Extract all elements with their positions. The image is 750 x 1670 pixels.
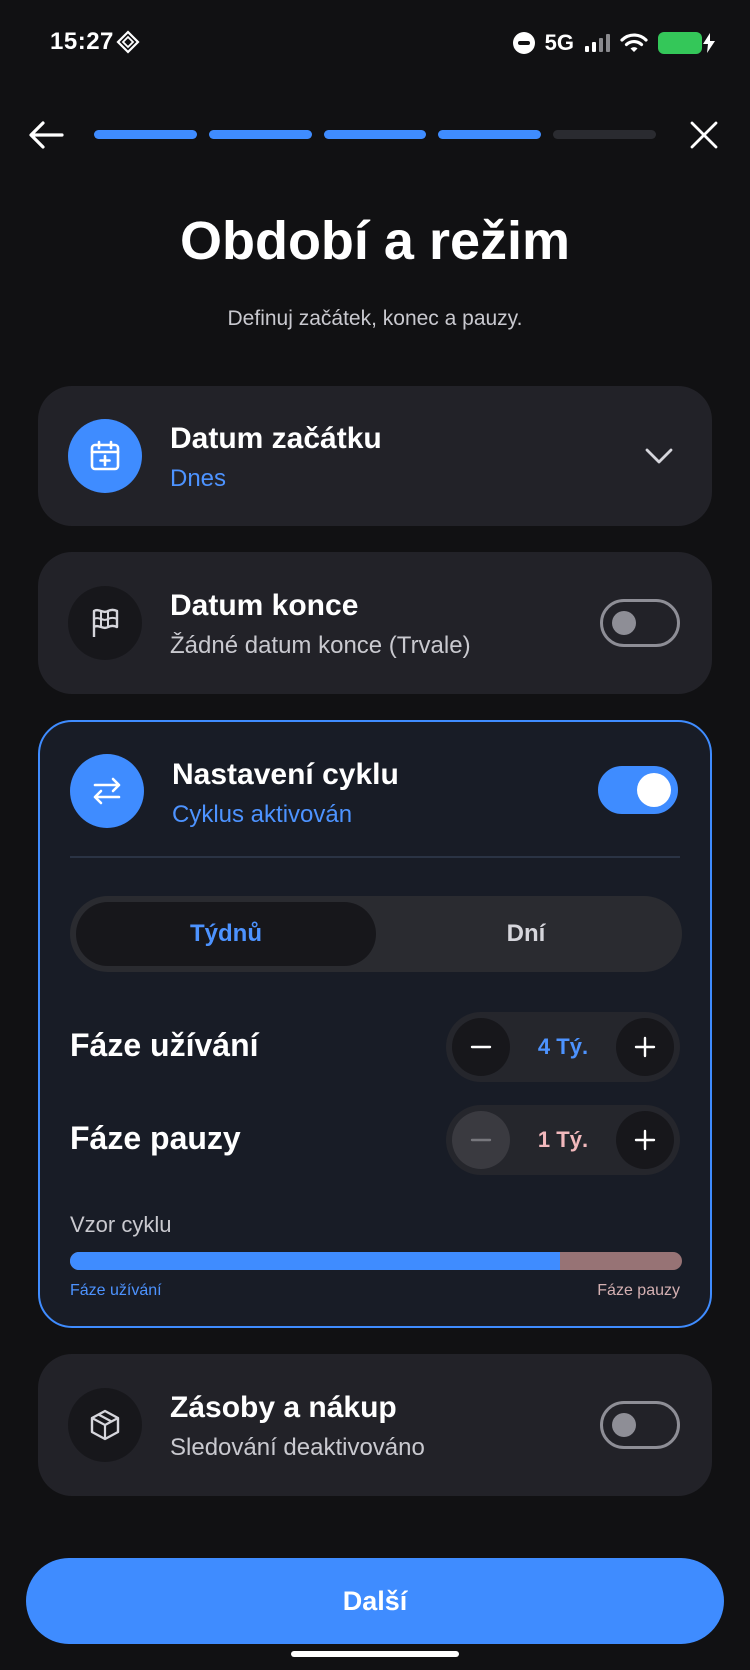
tab-weeks[interactable]: Týdnů — [76, 902, 376, 966]
back-button[interactable] — [22, 113, 70, 157]
pause-phase-decrement-button[interactable] — [452, 1111, 510, 1169]
unit-selector: Týdnů Dní — [70, 896, 682, 972]
cycle-status: Cyklus aktivován — [172, 801, 353, 828]
end-date-title: Datum konce — [170, 589, 359, 622]
pause-phase-label: Fáze pauzy — [70, 1120, 241, 1156]
use-phase-decrement-button[interactable] — [452, 1018, 510, 1076]
cycle-pattern-pause-label: Fáze pauzy — [597, 1282, 680, 1299]
page-title: Období a režim — [179, 211, 571, 271]
progress-segment — [438, 130, 542, 139]
start-date-icon-circle — [68, 419, 142, 493]
next-button[interactable]: Další — [26, 1558, 724, 1644]
minus-icon — [470, 1045, 492, 1049]
tab-days[interactable]: Dní — [376, 902, 676, 966]
pause-phase-stepper: 1 Tý. — [446, 1105, 680, 1175]
cycle-pattern-use-segment — [70, 1252, 560, 1270]
use-phase-value: 4 Tý. — [537, 1034, 589, 1059]
cycle-divider — [70, 856, 680, 858]
use-phase-increment-button[interactable] — [616, 1018, 674, 1076]
cycle-title: Nastavení cyklu — [172, 758, 399, 791]
end-date-value: Žádné datum konce (Trvale) — [170, 632, 471, 659]
minus-icon — [470, 1138, 492, 1142]
close-button[interactable] — [682, 113, 726, 157]
cycle-card: Nastavení cyklu Cyklus aktivován Týdnů D… — [38, 720, 712, 1328]
progress-segment — [94, 130, 197, 139]
do-not-disturb-icon — [512, 32, 535, 54]
toggle-knob — [637, 773, 671, 807]
supplies-toggle[interactable] — [600, 1401, 680, 1449]
package-icon — [90, 1409, 120, 1441]
progress-segment — [553, 130, 656, 139]
app-screen: 15:27 5G Období a režim Definuj začátek,… — [0, 0, 750, 1670]
supplies-status: Sledování deaktivováno — [170, 1434, 425, 1461]
home-indicator — [291, 1651, 459, 1657]
app-diamond-icon — [116, 30, 140, 54]
start-date-value: Dnes — [170, 465, 227, 492]
end-date-icon-circle — [68, 586, 142, 660]
start-date-card[interactable]: Datum začátku Dnes — [38, 386, 712, 526]
pause-phase-increment-button[interactable] — [616, 1111, 674, 1169]
status-time: 15:27 — [50, 28, 114, 55]
arrow-left-icon — [29, 121, 64, 149]
flag-icon — [92, 608, 119, 637]
toggle-knob — [612, 611, 636, 635]
page-subtitle: Definuj začátek, konec a pauzy. — [227, 307, 523, 330]
network-type: 5G — [544, 30, 574, 55]
step-progress — [94, 130, 656, 139]
progress-segment — [323, 130, 427, 139]
plus-icon — [634, 1036, 656, 1058]
end-date-toggle[interactable] — [600, 599, 680, 647]
progress-segment — [208, 130, 312, 139]
supplies-icon-circle — [68, 1388, 142, 1462]
use-phase-label: Fáze užívání — [70, 1027, 259, 1063]
swap-arrows-icon — [93, 777, 121, 805]
cycle-pattern-use-label: Fáze užívání — [70, 1282, 162, 1299]
cycle-pattern-title: Vzor cyklu — [70, 1212, 172, 1237]
calendar-plus-icon — [90, 440, 120, 471]
status-icons: 5G — [512, 28, 715, 58]
pause-phase-value: 1 Tý. — [537, 1127, 589, 1152]
end-date-card: Datum konce Žádné datum konce (Trvale) — [38, 552, 712, 694]
cycle-icon-circle — [70, 754, 144, 828]
close-icon — [690, 121, 718, 149]
cellular-signal-icon — [585, 34, 610, 52]
wifi-icon — [620, 33, 648, 52]
chevron-down-icon[interactable] — [642, 439, 676, 473]
start-date-title: Datum začátku — [170, 422, 382, 455]
battery-charging-icon — [658, 32, 715, 54]
use-phase-stepper: 4 Tý. — [446, 1012, 680, 1082]
plus-icon — [634, 1129, 656, 1151]
cycle-toggle[interactable] — [598, 766, 678, 814]
status-bar: 15:27 5G — [0, 0, 750, 86]
supplies-card: Zásoby a nákup Sledování deaktivováno — [38, 1354, 712, 1496]
cycle-pattern-bar — [70, 1252, 682, 1270]
toggle-knob — [612, 1413, 636, 1437]
supplies-title: Zásoby a nákup — [170, 1391, 397, 1424]
